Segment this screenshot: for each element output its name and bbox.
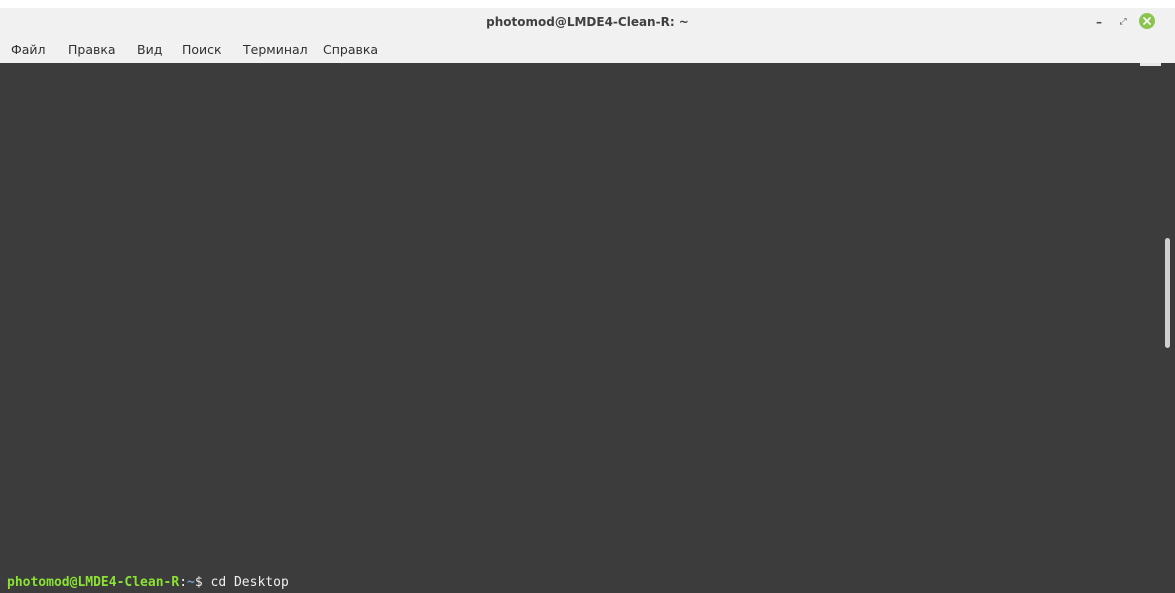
terminal-window: photomod@LMDE4-Clean-R: ~ – ⤢ Файл Правк… <box>0 8 1175 593</box>
menu-edit[interactable]: Правка <box>68 42 116 57</box>
title-bar[interactable]: photomod@LMDE4-Clean-R: ~ – ⤢ <box>0 8 1175 37</box>
window-title: photomod@LMDE4-Clean-R: ~ <box>486 15 689 29</box>
close-icon[interactable] <box>1139 13 1155 29</box>
prompt-line: photomod@LMDE4-Clean-R:~$ cd Desktop <box>7 575 289 590</box>
minimize-icon[interactable]: – <box>1091 14 1107 30</box>
scrollbar-thumb[interactable] <box>1165 238 1170 348</box>
prompt-path: ~ <box>187 575 195 590</box>
menu-search[interactable]: Поиск <box>182 42 222 57</box>
menu-file[interactable]: Файл <box>11 42 46 57</box>
prompt-separator: : <box>179 575 188 590</box>
maximize-icon[interactable]: ⤢ <box>1115 14 1131 30</box>
menu-view[interactable]: Вид <box>137 42 162 57</box>
menu-help[interactable]: Справка <box>323 42 378 57</box>
menu-bar: Файл Правка Вид Поиск Терминал Справка <box>0 36 1175 63</box>
menu-terminal[interactable]: Терминал <box>243 42 308 57</box>
command-text[interactable]: cd Desktop <box>211 575 289 590</box>
prompt-symbol: $ <box>194 575 211 590</box>
terminal-area[interactable]: photomod@LMDE4-Clean-R:~$ cd Desktop <box>0 63 1175 593</box>
scrollbar[interactable] <box>1161 63 1175 593</box>
prompt-user-host: photomod@LMDE4-Clean-R <box>7 575 180 590</box>
